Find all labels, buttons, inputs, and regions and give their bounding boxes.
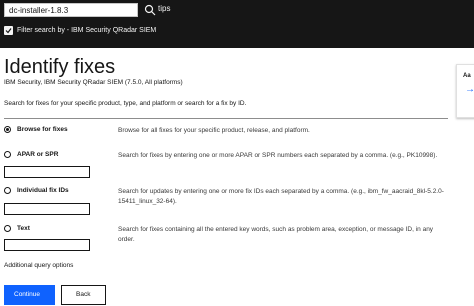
continue-button[interactable]: Continue <box>4 285 55 305</box>
side-card[interactable]: Aa → <box>456 64 474 118</box>
filter-search-checkbox[interactable]: Filter search by - IBM Security QRadar S… <box>4 24 156 36</box>
tips-link[interactable]: tips <box>158 4 170 13</box>
product-info: IBM Security, IBM Security QRadar SIEM (… <box>4 79 183 86</box>
arrow-right-icon[interactable]: → <box>465 84 474 95</box>
option-apar-or-spr[interactable]: APAR or SPR <box>4 151 58 158</box>
radio-unselected-icon[interactable] <box>4 225 11 232</box>
page-title: Identify fixes <box>4 56 116 78</box>
additional-query-options[interactable]: Additional query options <box>4 262 73 269</box>
divider <box>4 118 448 119</box>
option-description: Search for updates by entering one or mo… <box>118 188 444 205</box>
checkbox-checked-icon[interactable] <box>4 25 13 35</box>
intro-text: Search for fixes for your specific produ… <box>4 100 247 107</box>
option-label: Individual fix IDs <box>17 187 69 194</box>
filter-label: Filter search by - IBM Security QRadar S… <box>17 26 157 34</box>
radio-unselected-icon[interactable] <box>4 151 11 158</box>
option-text[interactable]: Text <box>4 225 30 232</box>
apar-input[interactable] <box>4 166 90 178</box>
search-input[interactable]: dc-installer-1.8.3 <box>4 3 138 17</box>
search-icon[interactable] <box>144 4 156 16</box>
option-description: Browse for all fixes for your specific p… <box>118 127 310 134</box>
option-label: Browse for fixes <box>17 126 68 133</box>
option-label: APAR or SPR <box>17 151 59 158</box>
option-individual-fix-ids[interactable]: Individual fix IDs <box>4 187 69 194</box>
fix-ids-input[interactable] <box>4 203 90 215</box>
option-description: Search for fixes by entering one or more… <box>118 152 438 159</box>
radio-selected-icon[interactable] <box>4 126 11 133</box>
top-search-bar: dc-installer-1.8.3 tips Filter search by… <box>0 0 474 48</box>
side-card-title: Aa <box>463 73 471 79</box>
radio-unselected-icon[interactable] <box>4 187 11 194</box>
option-description: Search for fixes containing all the ente… <box>118 226 434 243</box>
option-label: Text <box>17 225 30 232</box>
option-browse-for-fixes[interactable]: Browse for fixes <box>4 126 68 133</box>
text-input[interactable] <box>4 239 90 251</box>
back-button[interactable]: Back <box>61 285 106 305</box>
